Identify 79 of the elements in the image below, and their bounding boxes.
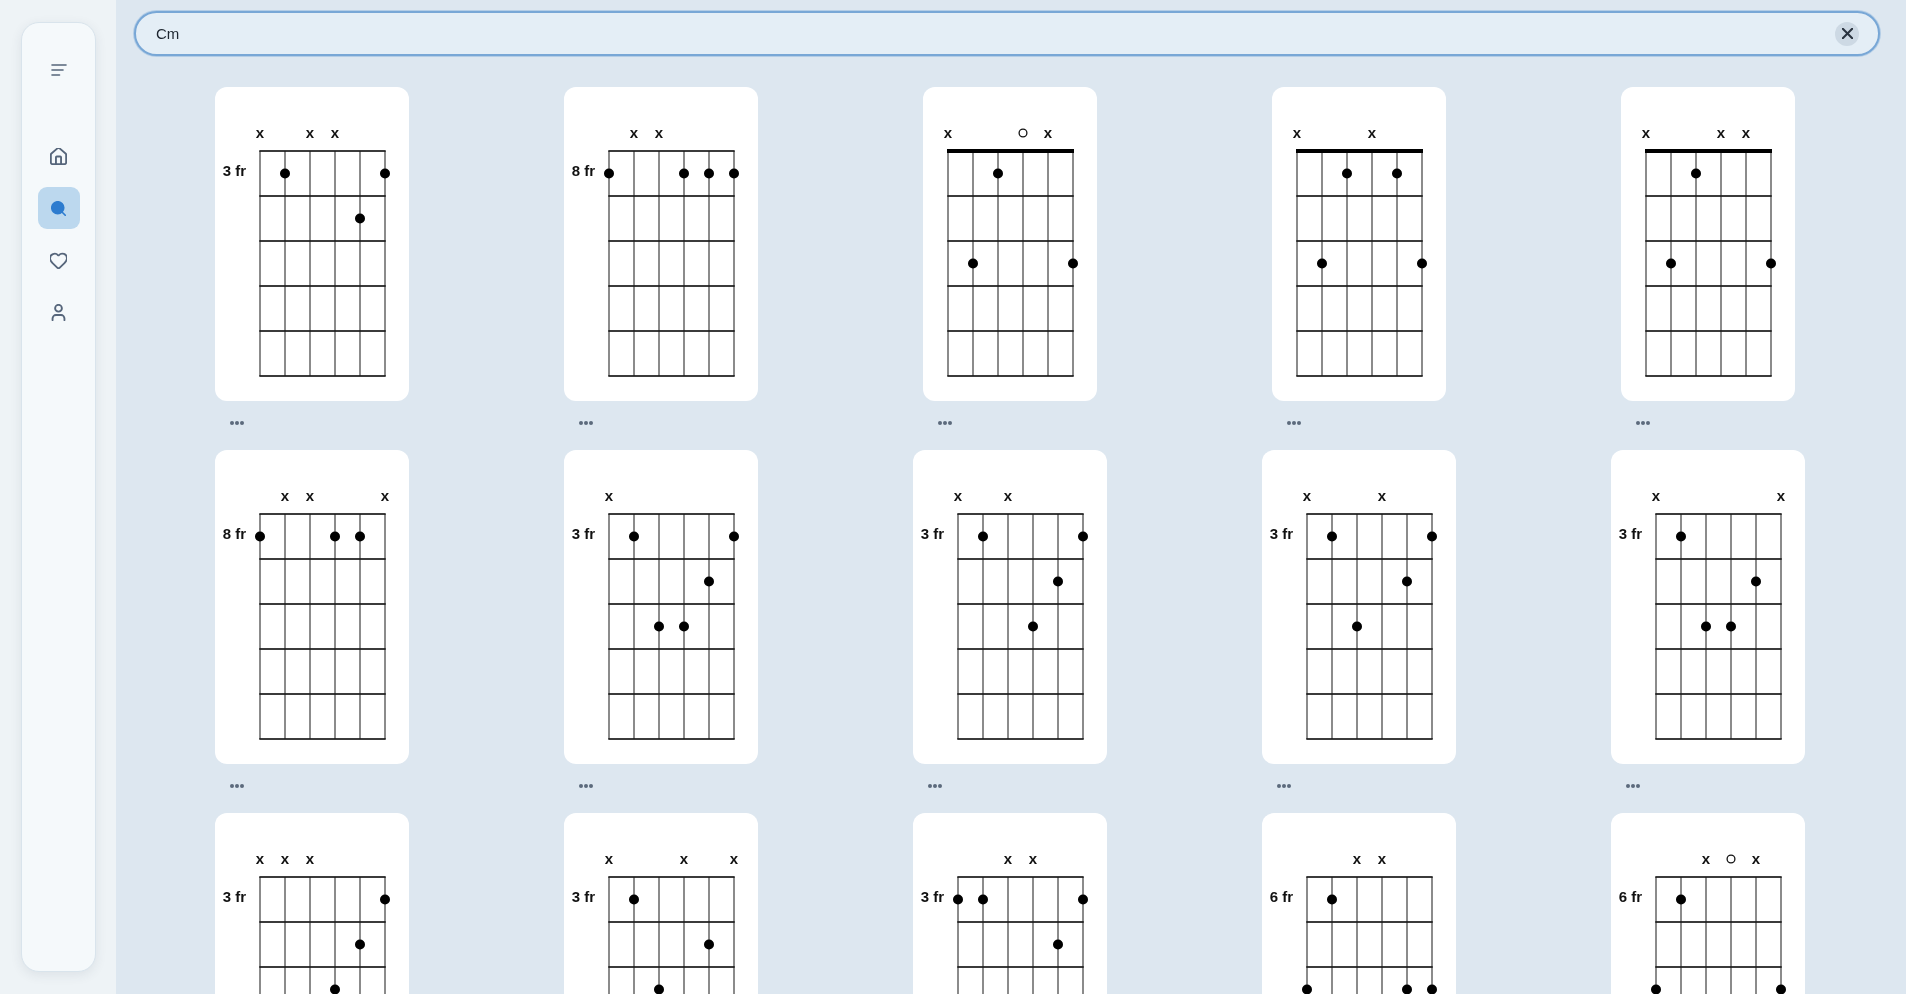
mute-marker: x	[1378, 849, 1387, 867]
mute-marker: x	[1652, 486, 1661, 504]
chord-card[interactable]: x x	[923, 87, 1097, 401]
chord-card[interactable]: 6 fr x x	[1611, 813, 1806, 994]
ellipsis-icon	[1636, 421, 1651, 425]
mute-marker: x	[255, 123, 264, 141]
mute-marker: x	[1702, 849, 1711, 867]
mute-marker: x	[1043, 123, 1053, 141]
chord-card[interactable]: 3 fr x x	[1262, 450, 1457, 764]
fret-label: 3 fr	[571, 887, 595, 905]
mute-marker: x	[305, 123, 314, 141]
mute-marker: x	[604, 849, 613, 867]
mute-marker: x	[1752, 849, 1761, 867]
fret-label: 8 fr	[571, 161, 595, 179]
mute-marker: x	[1368, 123, 1377, 141]
heart-icon	[50, 251, 67, 269]
ellipsis-icon	[1287, 421, 1302, 425]
mute-marker: x	[1303, 486, 1312, 504]
fret-label: 3 fr	[571, 524, 595, 542]
mute-marker: x	[1293, 123, 1302, 141]
chord-card[interactable]: 3 fr x x	[1611, 450, 1806, 764]
ellipsis-icon	[1626, 784, 1641, 788]
chord-card[interactable]: 6 fr x x	[1262, 813, 1457, 994]
fret-label: 8 fr	[222, 524, 246, 542]
mute-marker: x	[654, 123, 663, 141]
fret-label: 3 fr	[1619, 524, 1643, 542]
ellipsis-icon	[928, 784, 942, 788]
fret-label: 3 fr	[1269, 524, 1294, 542]
mute-marker: x	[943, 123, 953, 141]
chord-card[interactable]: 3 fr x x	[913, 450, 1107, 764]
user-icon	[50, 303, 67, 321]
chord-card[interactable]: 3 fr x	[563, 450, 758, 764]
search-icon	[51, 200, 66, 216]
ellipsis-icon	[1277, 784, 1292, 788]
chord-card[interactable]: x x	[1272, 87, 1447, 401]
ellipsis-icon	[578, 784, 593, 788]
mute-marker: x	[729, 849, 738, 867]
mute-marker: x	[1353, 849, 1362, 867]
home-icon	[50, 147, 67, 165]
chord-card[interactable]: 8 fr x x	[563, 87, 758, 401]
chord-card[interactable]: x x x	[1621, 87, 1796, 401]
mute-marker: x	[1642, 123, 1651, 141]
fret-label: 3 fr	[222, 887, 246, 905]
chord-card[interactable]: 3 fr x x x	[563, 813, 758, 994]
ellipsis-icon	[229, 784, 244, 788]
mute-marker: x	[1028, 849, 1038, 867]
mute-marker: x	[1003, 486, 1013, 504]
mute-marker: x	[1717, 123, 1726, 141]
menu-icon	[50, 64, 67, 76]
fret-label: 3 fr	[920, 524, 944, 542]
ellipsis-icon	[578, 421, 593, 425]
mute-marker: x	[953, 486, 963, 504]
chord-card[interactable]: 3 fr x x x	[214, 87, 409, 401]
mute-marker: x	[629, 123, 638, 141]
mute-marker: x	[1003, 849, 1013, 867]
mute-marker: x	[305, 486, 314, 504]
search-nav-button[interactable]	[37, 187, 80, 229]
mute-marker: x	[330, 123, 339, 141]
mute-marker: x	[604, 486, 613, 504]
mute-marker: x	[1378, 486, 1387, 504]
chord-card[interactable]: 8 fr x x x	[214, 450, 409, 764]
search-field[interactable]: Cm	[134, 11, 1880, 56]
mute-marker: x	[1742, 123, 1751, 141]
chord-card[interactable]: 3 fr x x x	[214, 813, 409, 994]
mute-marker: x	[280, 486, 289, 504]
mute-marker: x	[280, 849, 289, 867]
close-icon	[1841, 28, 1853, 39]
chord-card[interactable]: 3 fr x x	[913, 813, 1107, 994]
ellipsis-icon	[938, 421, 952, 425]
mute-marker: x	[1777, 486, 1786, 504]
mute-marker: x	[380, 486, 389, 504]
fret-label: 3 fr	[222, 161, 246, 179]
mute-marker: x	[255, 849, 264, 867]
fret-label: 6 fr	[1619, 887, 1643, 905]
fret-label: 3 fr	[920, 887, 944, 905]
fret-label: 6 fr	[1269, 887, 1294, 905]
mute-marker: x	[679, 849, 688, 867]
mute-marker: x	[305, 849, 314, 867]
ellipsis-icon	[229, 421, 244, 425]
